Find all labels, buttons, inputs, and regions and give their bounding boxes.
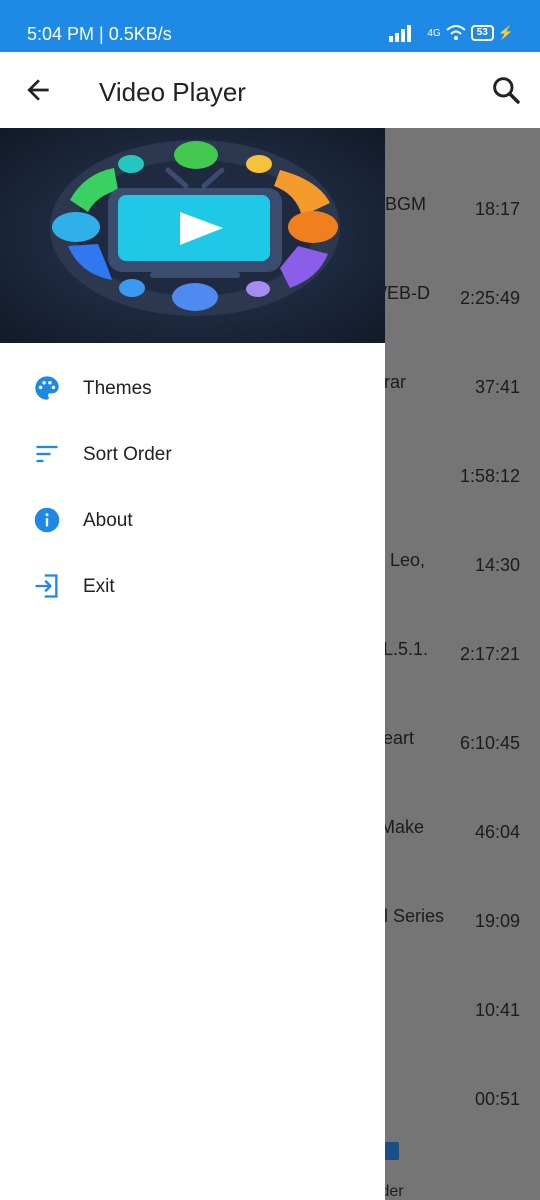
status-bar: 5:04 PM | 0.5KB/s 4G 53 ⚡ bbox=[0, 0, 540, 52]
navigation-drawer: Themes Sort Order About Exit bbox=[0, 128, 385, 1200]
status-time: 5:04 PM | 0.5KB/s bbox=[27, 24, 172, 44]
drawer-item-label: Themes bbox=[83, 378, 152, 399]
drawer-item-themes[interactable]: Themes bbox=[0, 356, 385, 422]
drawer-item-label: About bbox=[83, 510, 133, 531]
drawer-item-exit[interactable]: Exit bbox=[0, 554, 385, 620]
drawer-item-label: Sort Order bbox=[83, 444, 172, 465]
app-bar: Video Player bbox=[0, 52, 540, 128]
video-duration: 00:51 bbox=[474, 1089, 520, 1109]
drawer-item-label: Exit bbox=[83, 576, 115, 597]
sort-icon bbox=[36, 445, 58, 463]
drawer-header bbox=[0, 128, 385, 343]
status-icons: 4G 53 ⚡ bbox=[389, 22, 514, 44]
video-player-logo bbox=[0, 128, 385, 343]
signal-icon bbox=[389, 25, 412, 42]
battery-icon: 53 bbox=[470, 25, 494, 41]
wifi-icon bbox=[446, 25, 466, 40]
drawer-item-about[interactable]: About bbox=[0, 488, 385, 554]
drawer-item-sort-order[interactable]: Sort Order bbox=[0, 422, 385, 488]
drawer-menu: Themes Sort Order About Exit bbox=[0, 356, 385, 620]
page-title: Video Player bbox=[99, 77, 246, 107]
info-icon bbox=[34, 507, 60, 533]
exit-icon bbox=[35, 574, 58, 598]
palette-icon bbox=[35, 376, 59, 400]
network-type-label: 4G bbox=[427, 27, 441, 39]
arrow-back-icon[interactable] bbox=[22, 74, 54, 106]
search-icon[interactable] bbox=[490, 74, 522, 106]
charging-icon: ⚡ bbox=[497, 25, 514, 40]
